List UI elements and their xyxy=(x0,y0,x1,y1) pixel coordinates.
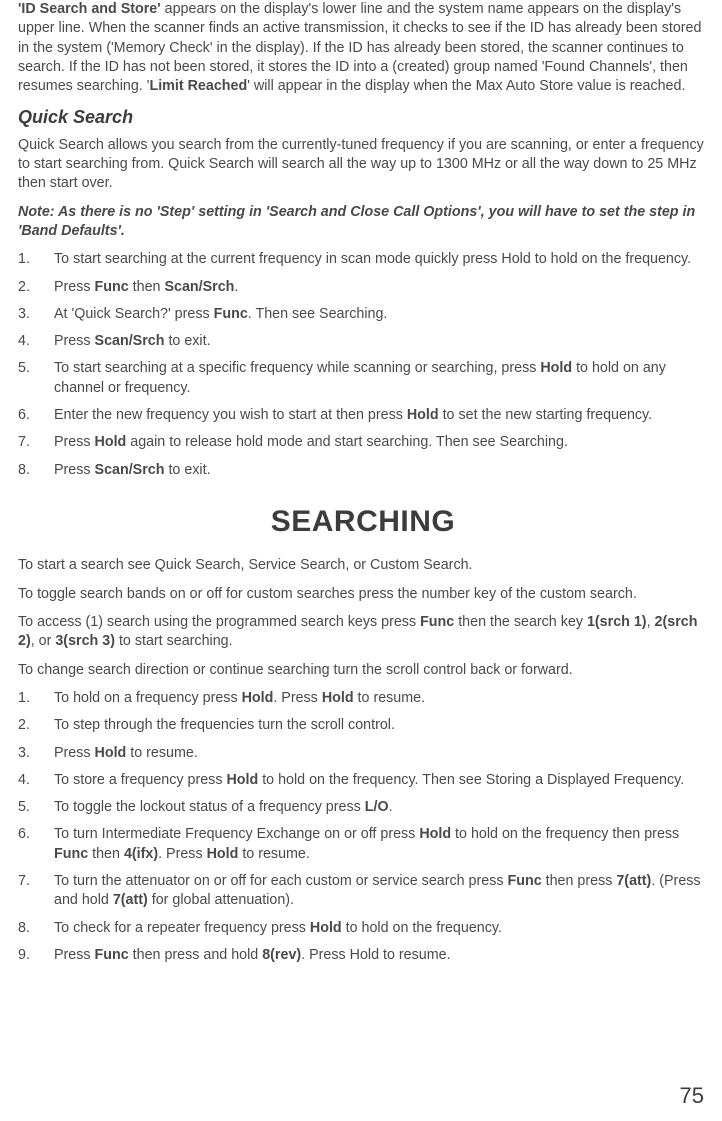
intro-paragraph: 'ID Search and Store' appears on the dis… xyxy=(18,0,708,96)
list-item: Press Hold to resume. xyxy=(18,744,708,763)
quick-search-note: Note: As there is no 'Step' setting in '… xyxy=(18,203,708,242)
searching-paragraph-4: To change search direction or continue s… xyxy=(18,661,708,680)
list-item: To toggle the lockout status of a freque… xyxy=(18,798,708,817)
list-item: At 'Quick Search?' press Func. Then see … xyxy=(18,305,708,324)
list-item: Press Func then press and hold 8(rev). P… xyxy=(18,946,708,965)
list-item: To hold on a frequency press Hold. Press… xyxy=(18,689,708,708)
list-item: Press Scan/Srch to exit. xyxy=(18,332,708,351)
list-item: To start searching at the current freque… xyxy=(18,250,708,269)
list-item: To step through the frequencies turn the… xyxy=(18,716,708,735)
searching-list: To hold on a frequency press Hold. Press… xyxy=(18,689,708,965)
quick-search-list: To start searching at the current freque… xyxy=(18,250,708,480)
list-item: Press Hold again to release hold mode an… xyxy=(18,433,708,452)
list-item: To start searching at a specific frequen… xyxy=(18,359,708,398)
searching-paragraph-2: To toggle search bands on or off for cus… xyxy=(18,585,708,604)
list-item: To turn Intermediate Frequency Exchange … xyxy=(18,825,708,864)
list-item: Press Scan/Srch to exit. xyxy=(18,461,708,480)
searching-heading: SEARCHING xyxy=(18,502,708,543)
page-number: 75 xyxy=(680,1081,704,1111)
quick-search-paragraph-1: Quick Search allows you search from the … xyxy=(18,136,708,194)
searching-paragraph-3: To access (1) search using the programme… xyxy=(18,613,708,652)
list-item: To check for a repeater frequency press … xyxy=(18,919,708,938)
list-item: To store a frequency press Hold to hold … xyxy=(18,771,708,790)
list-item: Press Func then Scan/Srch. xyxy=(18,278,708,297)
list-item: Enter the new frequency you wish to star… xyxy=(18,406,708,425)
searching-paragraph-1: To start a search see Quick Search, Serv… xyxy=(18,556,708,575)
list-item: To turn the attenuator on or off for eac… xyxy=(18,872,708,911)
quick-search-heading: Quick Search xyxy=(18,105,708,129)
